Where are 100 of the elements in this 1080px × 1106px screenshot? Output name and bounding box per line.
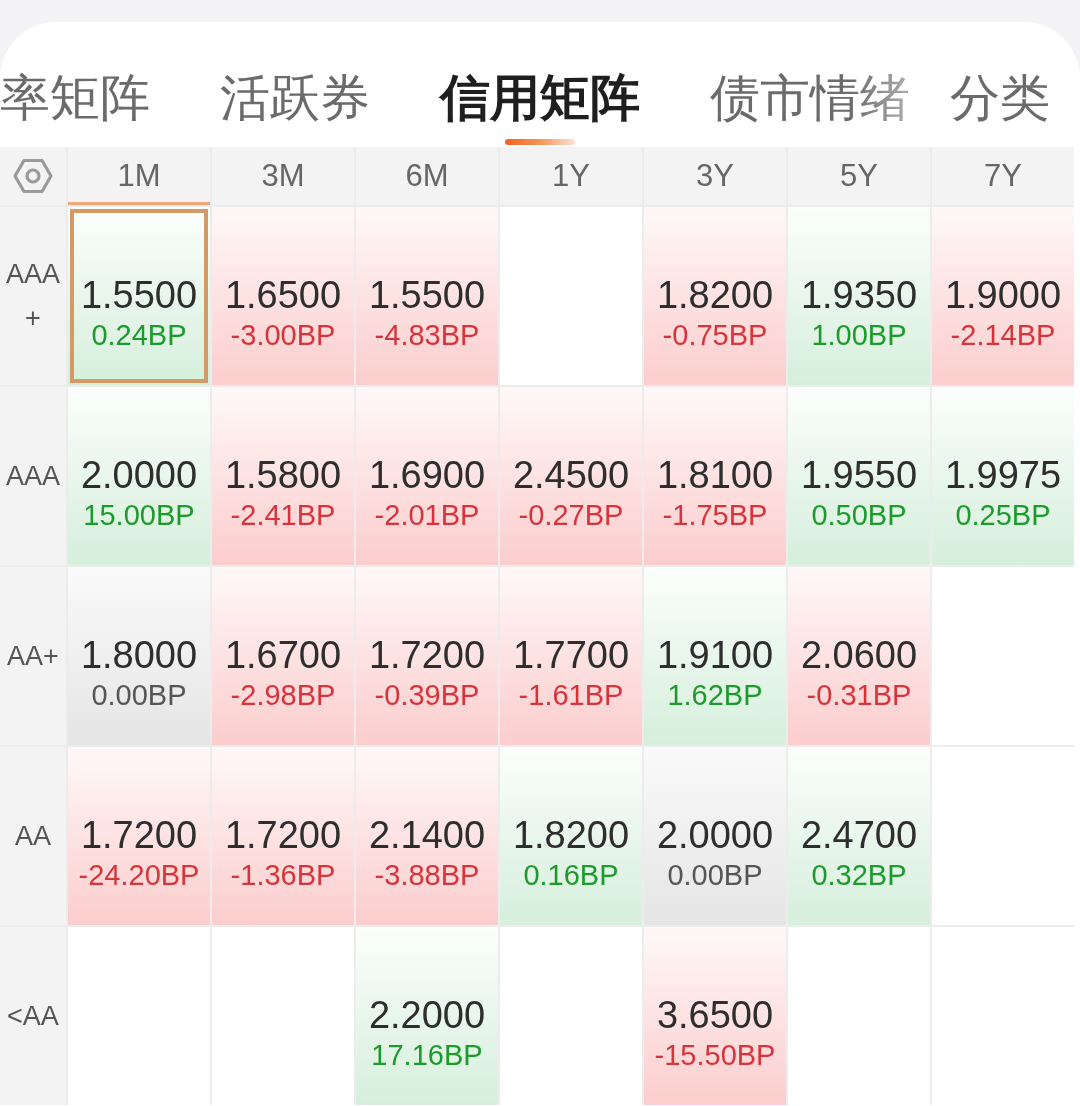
rate-cell[interactable]: 1.7200 -1.36BP	[212, 747, 354, 925]
row-header: AA	[0, 747, 66, 925]
yield-value: 2.1400	[368, 813, 486, 857]
yield-value: 2.2000	[368, 993, 486, 1037]
change-value: 0.50BP	[811, 498, 907, 533]
rate-cell[interactable]: 1.8100 -1.75BP	[644, 387, 786, 565]
yield-value: 1.7200	[224, 813, 342, 857]
settings-button[interactable]	[0, 147, 66, 205]
change-value: 0.24BP	[91, 318, 187, 353]
rate-cell[interactable]: 2.0600 -0.31BP	[788, 567, 930, 745]
column-header[interactable]: 3Y	[644, 147, 786, 205]
yield-value: 1.8100	[656, 453, 774, 497]
yield-value: 1.6900	[368, 453, 486, 497]
rate-cell[interactable]: 2.0000 15.00BP	[68, 387, 210, 565]
yield-value: 2.0000	[656, 813, 774, 857]
rate-cell[interactable]: 2.2000 17.16BP	[356, 927, 498, 1105]
column-header[interactable]: 1M	[68, 147, 210, 205]
active-tab-indicator	[505, 139, 575, 145]
change-value: -0.27BP	[518, 498, 624, 533]
change-value: -2.01BP	[374, 498, 480, 533]
rate-cell[interactable]: 1.9550 0.50BP	[788, 387, 930, 565]
rate-cell[interactable]: 1.9000 -2.14BP	[932, 207, 1074, 385]
yield-value: 2.0600	[800, 633, 918, 677]
yield-value: 1.9975	[944, 453, 1062, 497]
change-value: 0.00BP	[91, 678, 187, 713]
change-value: -2.98BP	[230, 678, 336, 713]
rate-cell[interactable]: 1.9100 1.62BP	[644, 567, 786, 745]
rate-cell[interactable]: 2.4700 0.32BP	[788, 747, 930, 925]
rate-cell[interactable]: 1.9350 1.00BP	[788, 207, 930, 385]
yield-value: 1.5500	[80, 273, 198, 317]
category-tab[interactable]: 分类	[950, 22, 1050, 145]
yield-value: 1.6500	[224, 273, 342, 317]
rate-cell[interactable]: 2.0000 0.00BP	[644, 747, 786, 925]
rate-cell[interactable]: 1.5800 -2.41BP	[212, 387, 354, 565]
rate-cell[interactable]: 1.8200 0.16BP	[500, 747, 642, 925]
rate-cell[interactable]: 1.8000 0.00BP	[68, 567, 210, 745]
change-value: -1.75BP	[662, 498, 768, 533]
rate-cell[interactable]: 1.7200 -0.39BP	[356, 567, 498, 745]
rate-cell[interactable]: 2.1400 -3.88BP	[356, 747, 498, 925]
row-header: AA+	[0, 567, 66, 745]
change-value: 1.00BP	[811, 318, 907, 353]
yield-value: 1.8200	[656, 273, 774, 317]
change-value: -2.14BP	[950, 318, 1056, 353]
column-header[interactable]: 6M	[356, 147, 498, 205]
yield-value: 2.0000	[80, 453, 198, 497]
yield-value: 1.7700	[512, 633, 630, 677]
change-value: 15.00BP	[83, 498, 195, 533]
rate-cell[interactable]: 1.6900 -2.01BP	[356, 387, 498, 565]
yield-value: 1.9100	[656, 633, 774, 677]
yield-value: 1.5500	[368, 273, 486, 317]
rate-cell[interactable]: 1.7200 -24.20BP	[68, 747, 210, 925]
tab[interactable]: 活跃券	[220, 22, 370, 145]
change-value: -0.31BP	[806, 678, 912, 713]
row-header: <AA	[0, 927, 66, 1105]
tab[interactable]: 债市情绪	[710, 22, 910, 145]
yield-value: 1.9000	[944, 273, 1062, 317]
rate-cell[interactable]: 1.9975 0.25BP	[932, 387, 1074, 565]
rate-cell[interactable]: 1.6500 -3.00BP	[212, 207, 354, 385]
change-value: 1.62BP	[667, 678, 763, 713]
rate-cell[interactable]: 3.6500 -15.50BP	[644, 927, 786, 1105]
rate-cell[interactable]: 1.5500 -4.83BP	[356, 207, 498, 385]
change-value: 0.00BP	[667, 858, 763, 893]
rate-cell[interactable]: 2.4500 -0.27BP	[500, 387, 642, 565]
rate-cell[interactable]: 1.6700 -2.98BP	[212, 567, 354, 745]
yield-value: 3.6500	[656, 993, 774, 1037]
change-value: 0.16BP	[523, 858, 619, 893]
change-value: -15.50BP	[654, 1038, 776, 1073]
change-value: -3.00BP	[230, 318, 336, 353]
yield-value: 1.5800	[224, 453, 342, 497]
change-value: 17.16BP	[371, 1038, 483, 1073]
column-header[interactable]: 5Y	[788, 147, 930, 205]
rate-cell[interactable]: 1.7700 -1.61BP	[500, 567, 642, 745]
change-value: -0.75BP	[662, 318, 768, 353]
change-value: -24.20BP	[78, 858, 200, 893]
change-value: 0.25BP	[955, 498, 1051, 533]
change-value: -1.61BP	[518, 678, 624, 713]
yield-value: 1.8200	[512, 813, 630, 857]
settings-icon	[13, 158, 53, 194]
yield-value: 1.9350	[800, 273, 918, 317]
yield-value: 2.4500	[512, 453, 630, 497]
change-value: -4.83BP	[374, 318, 480, 353]
yield-value: 1.6700	[224, 633, 342, 677]
change-value: -3.88BP	[374, 858, 480, 893]
yield-value: 2.4700	[800, 813, 918, 857]
tab[interactable]: 率矩阵	[0, 22, 150, 145]
column-header[interactable]: 7Y	[932, 147, 1074, 205]
change-value: -1.36BP	[230, 858, 336, 893]
change-value: -0.39BP	[374, 678, 480, 713]
yield-value: 1.7200	[368, 633, 486, 677]
yield-value: 1.7200	[80, 813, 198, 857]
tab[interactable]: 信用矩阵	[440, 22, 640, 145]
change-value: -2.41BP	[230, 498, 336, 533]
row-header: AAA+	[0, 207, 66, 385]
change-value: 0.32BP	[811, 858, 907, 893]
column-header[interactable]: 3M	[212, 147, 354, 205]
rate-cell[interactable]: 1.8200 -0.75BP	[644, 207, 786, 385]
yield-value: 1.9550	[800, 453, 918, 497]
rate-cell[interactable]: 1.5500 0.24BP	[68, 207, 210, 385]
column-header[interactable]: 1Y	[500, 147, 642, 205]
yield-value: 1.8000	[80, 633, 198, 677]
